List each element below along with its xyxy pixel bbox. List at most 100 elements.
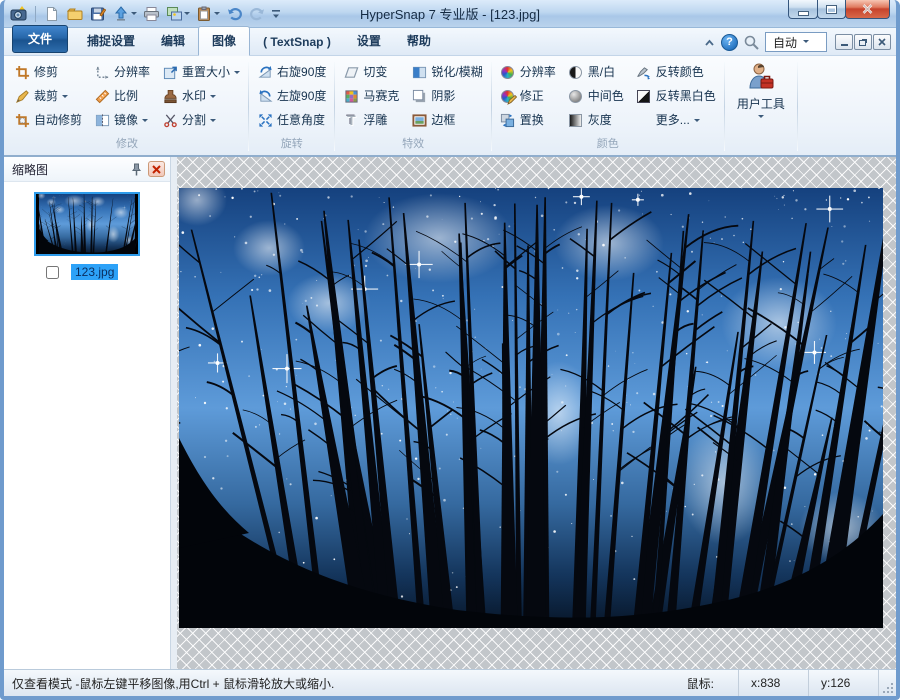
dropdown-arrow-icon[interactable] [131,12,137,18]
invert-black-white-icon [636,88,652,104]
group-label-effects: 特效 [339,132,486,151]
ribbon-button-rotate-right-90[interactable]: 右旋90度 [253,62,330,82]
ribbon-button-crop[interactable]: 修剪 [10,62,86,82]
zoom-mode-select[interactable]: 自动 [765,32,827,52]
grayscale-icon [568,112,584,128]
thumbnail-list-item[interactable]: 123.jpg [34,192,140,280]
ribbon-button-mirror[interactable]: 镜像 [90,110,154,130]
mdi-restore-button[interactable] [854,34,872,50]
thumbnails-panel: 缩略图 123.jpg [4,157,171,669]
save-icon[interactable] [89,5,107,23]
zoom-mode-value: 自动 [773,34,797,51]
status-mouse-x: x:838 [738,670,808,696]
status-mouse-label: 鼠标: [675,670,738,696]
group-label-modify: 修改 [10,132,244,151]
maximize-button[interactable] [817,0,846,19]
print-icon[interactable] [142,5,160,23]
ribbon-button-watermark[interactable]: 水印 [158,86,244,106]
image-canvas[interactable] [171,157,896,669]
ribbon-button-scale[interactable]: 比例 [90,86,154,106]
ribbon-button-resolution[interactable]: 分辨率 [90,62,154,82]
thumbnail-filename[interactable]: 123.jpg [71,264,118,280]
close-icon [862,4,873,14]
dropdown-arrow-icon[interactable] [184,12,190,18]
tab-textsnap[interactable]: ( TextSnap ) [250,30,344,55]
shadow-icon [411,88,427,104]
rotate-right-icon [257,64,273,80]
ribbon-button-replace-color[interactable]: 置换 [496,110,560,130]
new-file-icon[interactable] [43,5,61,23]
open-folder-icon[interactable] [66,5,84,23]
ribbon-separator [491,62,492,151]
ribbon-button-emboss[interactable]: T 浮雕 [339,110,403,130]
help-icon: ? [726,36,733,48]
color-correct-icon [500,88,516,104]
mirror-icon [94,112,110,128]
tab-help[interactable]: 帮助 [394,27,444,55]
ribbon-button-shear[interactable]: 切变 [339,62,403,82]
ribbon-button-frame[interactable]: 边框 [407,110,486,130]
ribbon-button-invert-black-white[interactable]: 反转黑白色 [632,86,720,106]
ribbon-group-color: 分辨率 修正 置换 黑/白 中间色 [496,60,720,155]
undo-icon[interactable] [225,5,243,23]
dropdown-arrow-icon[interactable] [214,12,220,18]
thumbnail-image[interactable] [34,192,140,256]
ribbon-button-invert-colors[interactable]: 反转颜色 [632,62,720,82]
ribbon-button-color-resolution[interactable]: 分辨率 [496,62,560,82]
dropdown-arrow-icon [234,71,240,77]
thumbnail-checkbox[interactable] [46,266,59,279]
resize-grip[interactable] [878,670,896,696]
ribbon-button-black-white[interactable]: 黑/白 [564,62,628,82]
export-upload-icon[interactable] [112,5,130,23]
tab-file[interactable]: 文件 [12,25,68,53]
ribbon-button-midtone[interactable]: 中间色 [564,86,628,106]
mosaic-icon [343,88,359,104]
ribbon-button-trim[interactable]: 裁剪 [10,86,86,106]
ribbon-group-rotate: 右旋90度 左旋90度 任意角度 旋转 [253,60,330,155]
minimize-button[interactable] [788,0,818,19]
ribbon-button-user-tools[interactable]: 用户工具 [729,60,793,123]
toolbar-separator [35,6,36,22]
ribbon-tab-row: 文件 捕捉设置 编辑 图像 ( TextSnap ) 设置 帮助 ? 自动 [4,28,896,56]
stamp-icon [162,88,178,104]
close-button[interactable] [845,0,890,19]
pin-panel-button[interactable] [127,160,145,178]
ribbon-button-mosaic[interactable]: 马赛克 [339,86,403,106]
ribbon-button-auto-crop[interactable]: 自动修剪 [10,110,86,130]
dropdown-arrow-icon [210,119,216,125]
ribbon-button-split[interactable]: 分割 [158,110,244,130]
collapse-ribbon-icon[interactable] [703,38,716,47]
ribbon-button-grayscale[interactable]: 灰度 [564,110,628,130]
app-camera-logo-icon[interactable] [10,5,28,23]
emboss-icon: T [343,112,359,128]
tab-settings[interactable]: 设置 [344,27,394,55]
dropdown-arrow-icon [694,119,700,125]
customize-toolbar-icon[interactable] [271,7,281,21]
minimize-icon [841,44,848,46]
ribbon-button-resize[interactable]: 重置大小 [158,62,244,82]
ribbon-button-more-colors[interactable]: 更多... [632,112,720,128]
hypersnap-window: HyperSnap 7 专业版 - [123.jpg] 文件 捕捉设置 编辑 图… [0,0,900,700]
ribbon-button-sharpen-blur[interactable]: 锐化/模糊 [407,62,486,82]
help-button[interactable]: ? [721,34,738,51]
dropdown-arrow-icon [758,115,764,121]
ribbon-group-effects: 切变 马赛克 T 浮雕 锐化/模糊 阴影 [339,60,486,155]
tab-edit[interactable]: 编辑 [148,27,198,55]
redo-icon[interactable] [248,5,266,23]
titlebar: HyperSnap 7 专业版 - [123.jpg] [4,0,896,28]
ribbon-button-rotate-left-90[interactable]: 左旋90度 [253,86,330,106]
close-panel-button[interactable] [148,161,165,177]
paste-icon[interactable] [195,5,213,23]
mdi-close-button[interactable] [873,34,891,50]
ribbon-button-shadow[interactable]: 阴影 [407,86,486,106]
status-mouse-y: y:126 [808,670,878,696]
magnifier-icon[interactable] [743,34,760,51]
mdi-minimize-button[interactable] [835,34,853,50]
tab-image[interactable]: 图像 [198,26,250,56]
ribbon-button-rotate-any-angle[interactable]: 任意角度 [253,110,330,130]
ribbon-button-color-correct[interactable]: 修正 [496,86,560,106]
photo-starry-forest[interactable] [179,188,883,628]
copy-capture-icon[interactable] [165,5,183,23]
tab-capture-settings[interactable]: 捕捉设置 [74,27,148,55]
scissors-icon [162,112,178,128]
